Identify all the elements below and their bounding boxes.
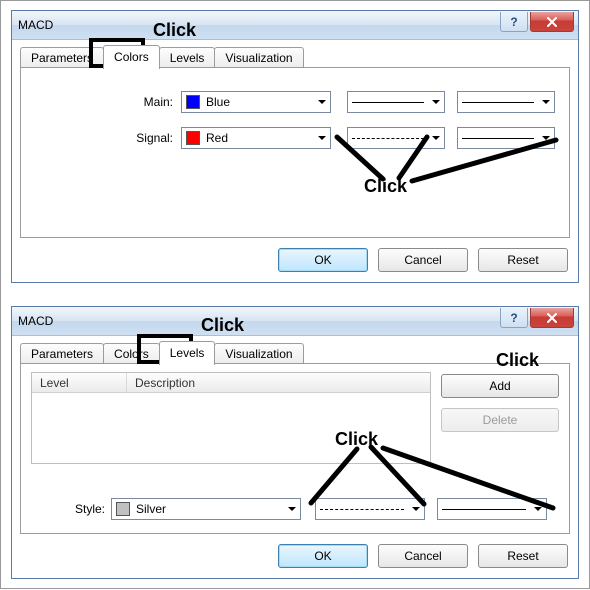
row-style: Style: Silver [21, 497, 569, 521]
help-icon: ? [510, 311, 517, 325]
tab-colors[interactable]: Colors [103, 45, 160, 69]
window-title: MACD [18, 18, 53, 32]
chevron-down-icon [530, 499, 546, 519]
tab-visualization[interactable]: Visualization [214, 343, 303, 364]
cancel-button[interactable]: Cancel [378, 248, 468, 272]
line-solid-icon [442, 509, 526, 510]
chevron-down-icon [538, 128, 554, 148]
tab-visualization[interactable]: Visualization [214, 47, 303, 68]
help-button[interactable]: ? [500, 12, 528, 32]
style-label: Style: [21, 502, 111, 516]
chevron-down-icon [314, 92, 330, 112]
tabstrip: Parameters Colors Levels Visualization [20, 46, 303, 68]
close-button[interactable] [530, 308, 574, 328]
delete-button: Delete [441, 408, 559, 432]
window-title: MACD [18, 314, 53, 328]
macd-dialog-levels: MACD ? Parameters Colors Levels Visualiz… [11, 306, 579, 579]
color-swatch-icon [116, 502, 130, 516]
tab-parameters[interactable]: Parameters [20, 343, 104, 364]
cancel-button[interactable]: Cancel [378, 544, 468, 568]
close-icon [546, 313, 558, 323]
header-level[interactable]: Level [32, 373, 127, 392]
chevron-down-icon [428, 128, 444, 148]
main-line-style-combo[interactable] [347, 91, 445, 113]
tab-colors[interactable]: Colors [103, 343, 160, 364]
row-signal: Signal: Red [21, 126, 569, 150]
signal-label: Signal: [21, 131, 181, 145]
macd-dialog-colors: MACD ? Parameters Colors Levels Visualiz… [11, 10, 579, 283]
tab-parameters[interactable]: Parameters [20, 47, 104, 68]
help-icon: ? [510, 15, 517, 29]
chevron-down-icon [408, 499, 424, 519]
main-line-width-combo[interactable] [457, 91, 555, 113]
color-swatch-icon [186, 131, 200, 145]
color-swatch-icon [186, 95, 200, 109]
titlebar[interactable]: MACD ? [12, 307, 578, 336]
main-label: Main: [21, 95, 181, 109]
levels-table-header: Level Description [32, 373, 430, 393]
reset-button[interactable]: Reset [478, 248, 568, 272]
dialog-buttons: OK Cancel Reset [278, 248, 568, 272]
titlebar[interactable]: MACD ? [12, 11, 578, 40]
line-solid-icon [462, 138, 534, 139]
add-button[interactable]: Add [441, 374, 559, 398]
colors-tabpanel: Main: Blue Signal: [20, 67, 570, 238]
chevron-down-icon [284, 499, 300, 519]
tab-levels[interactable]: Levels [159, 47, 216, 68]
signal-line-width-combo[interactable] [457, 127, 555, 149]
style-color-text: Silver [136, 502, 284, 516]
line-dashed-icon [320, 509, 404, 510]
ok-button[interactable]: OK [278, 544, 368, 568]
help-button[interactable]: ? [500, 308, 528, 328]
tabstrip: Parameters Colors Levels Visualization [20, 342, 303, 364]
line-dashed-icon [352, 138, 424, 139]
signal-line-style-combo[interactable] [347, 127, 445, 149]
line-solid-icon [352, 102, 424, 103]
style-line-width-combo[interactable] [437, 498, 547, 520]
levels-tabpanel: Level Description Add Delete Style: Silv… [20, 363, 570, 534]
main-color-text: Blue [206, 95, 314, 109]
close-icon [546, 17, 558, 27]
row-main: Main: Blue [21, 90, 569, 114]
dialog-buttons: OK Cancel Reset [278, 544, 568, 568]
levels-table[interactable]: Level Description [31, 372, 431, 464]
chevron-down-icon [538, 92, 554, 112]
ok-button[interactable]: OK [278, 248, 368, 272]
signal-color-text: Red [206, 131, 314, 145]
header-description[interactable]: Description [127, 376, 430, 390]
chevron-down-icon [428, 92, 444, 112]
line-solid-icon [462, 102, 534, 103]
reset-button[interactable]: Reset [478, 544, 568, 568]
style-line-style-combo[interactable] [315, 498, 425, 520]
chevron-down-icon [314, 128, 330, 148]
signal-color-combo[interactable]: Red [181, 127, 331, 149]
tab-levels[interactable]: Levels [159, 341, 216, 365]
close-button[interactable] [530, 12, 574, 32]
style-color-combo[interactable]: Silver [111, 498, 301, 520]
levels-side-buttons: Add Delete [441, 374, 559, 432]
main-color-combo[interactable]: Blue [181, 91, 331, 113]
